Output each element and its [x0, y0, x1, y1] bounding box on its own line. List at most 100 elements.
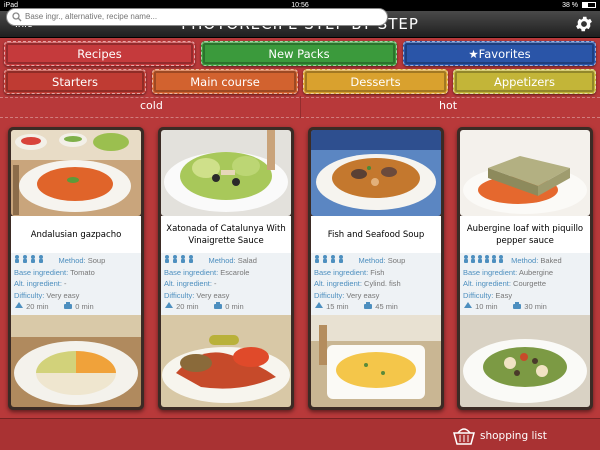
- difficulty-value: Easy: [495, 290, 513, 300]
- recipe-name: Andalusian gazpacho: [11, 216, 141, 253]
- base-ingredient-value: Fish: [370, 267, 385, 277]
- prep-time: 20 min: [26, 302, 49, 312]
- alt-ingredient-value: -: [64, 279, 67, 289]
- prep-time-icon: [463, 302, 473, 311]
- base-ingredient-value: Escarole: [220, 267, 250, 277]
- recipe-details: Method: Salad Base ingredient: Escarole …: [161, 253, 291, 315]
- base-ingredient-label: Base ingredient:: [164, 267, 219, 277]
- tab-favorites[interactable]: ★Favorites: [403, 41, 596, 66]
- shopping-basket-icon: [453, 428, 475, 445]
- alt-ingredient-label: Alt. ingredient:: [164, 279, 212, 289]
- recipe-details: Method: Soup Base ingredient: Fish Alt. …: [311, 253, 441, 315]
- recipe-photo: [161, 130, 291, 216]
- cook-time: 45 min: [375, 302, 398, 312]
- tab-label: Desserts: [350, 75, 401, 89]
- method-value: Soup: [87, 256, 106, 265]
- recipe-details: Method: Soup Base ingredient: Tomato Alt…: [11, 253, 141, 315]
- recipe-card[interactable]: Xatonada of Catalunya With Vinaigrette S…: [158, 127, 294, 410]
- tab-label: New Packs: [268, 47, 330, 61]
- tab-label: Recipes: [77, 47, 122, 61]
- cook-time-icon: [512, 302, 522, 311]
- recipe-name: Xatonada of Catalunya With Vinaigrette S…: [161, 216, 291, 253]
- battery-percent: 38 %: [562, 2, 579, 9]
- tab-label: Starters: [52, 75, 98, 89]
- search-input[interactable]: [25, 12, 387, 21]
- difficulty-value: Very easy: [46, 290, 80, 300]
- battery-icon: [582, 2, 596, 9]
- tab-new-packs[interactable]: New Packs: [201, 41, 397, 66]
- alt-ingredient-value: -: [214, 279, 217, 289]
- section-divider: [300, 96, 301, 118]
- recipe-name: Aubergine loaf with piquillo pepper sauc…: [460, 216, 590, 253]
- cook-time-icon: [213, 302, 223, 311]
- prep-time: 15 min: [326, 302, 349, 312]
- servings-icon: [314, 255, 346, 267]
- recipe-photo: [11, 315, 141, 407]
- tab-desserts[interactable]: Desserts: [303, 69, 448, 94]
- method-label: Method:: [58, 256, 86, 265]
- recipe-photo: [161, 315, 291, 407]
- difficulty-label: Difficulty:: [463, 290, 494, 300]
- servings-icon: [463, 255, 507, 267]
- tab-label: ★Favorites: [468, 47, 531, 61]
- cook-time: 0 min: [75, 302, 94, 312]
- stitch-divider: [0, 117, 600, 118]
- recipe-card[interactable]: Andalusian gazpacho Method: Soup Base in…: [8, 127, 144, 410]
- base-ingredient-label: Base ingredient:: [463, 267, 518, 277]
- method-label: Method:: [208, 256, 236, 265]
- difficulty-value: Very easy: [346, 290, 380, 300]
- recipe-details: Method: Baked Base ingredient: Aubergine…: [460, 253, 590, 315]
- recipe-photo: [311, 315, 441, 407]
- difficulty-label: Difficulty:: [314, 290, 345, 300]
- tab-recipes[interactable]: Recipes: [4, 41, 195, 66]
- base-ingredient-label: Base ingredient:: [14, 267, 69, 277]
- base-ingredient-value: Tomato: [70, 267, 95, 277]
- tab-main-course[interactable]: Main course: [152, 69, 298, 94]
- recipe-photo: [311, 130, 441, 216]
- alt-ingredient-label: Alt. ingredient:: [314, 279, 362, 289]
- prep-time-icon: [164, 302, 174, 311]
- tab-label: Appetizers: [493, 75, 556, 89]
- tab-appetizers[interactable]: Appetizers: [453, 69, 596, 94]
- prep-time-icon: [14, 302, 24, 311]
- method-label: Method:: [511, 256, 539, 265]
- cook-time-icon: [63, 302, 73, 311]
- cook-time-icon: [363, 302, 373, 311]
- recipe-card[interactable]: Aubergine loaf with piquillo pepper sauc…: [457, 127, 593, 410]
- servings-icon: [164, 255, 196, 267]
- servings-icon: [14, 255, 46, 267]
- search-icon: [12, 12, 22, 22]
- difficulty-value: Very easy: [196, 290, 230, 300]
- method-value: Soup: [387, 256, 406, 265]
- method-value: Salad: [237, 256, 257, 265]
- shopping-list-button[interactable]: shopping list: [452, 424, 592, 448]
- difficulty-label: Difficulty:: [164, 290, 195, 300]
- section-hot[interactable]: hot: [439, 99, 457, 112]
- alt-ingredient-label: Alt. ingredient:: [14, 279, 62, 289]
- recipe-name: Fish and Seafood Soup: [311, 216, 441, 253]
- base-ingredient-label: Base ingredient:: [314, 267, 369, 277]
- gear-icon[interactable]: [574, 14, 594, 34]
- battery-indicator: 38 %: [562, 0, 596, 11]
- section-cold[interactable]: cold: [140, 99, 163, 112]
- alt-ingredient-label: Alt. ingredient:: [463, 279, 511, 289]
- recipe-card[interactable]: Fish and Seafood Soup Method: Soup Base …: [308, 127, 444, 410]
- cook-time: 30 min: [524, 302, 547, 312]
- recipe-photo: [460, 315, 590, 407]
- base-ingredient-value: Aubergine: [518, 267, 554, 277]
- alt-ingredient-value: Cylind. fish: [364, 279, 401, 289]
- search-bar[interactable]: [6, 8, 388, 26]
- method-value: Baked: [540, 256, 562, 265]
- tab-label: Main course: [190, 75, 260, 89]
- prep-time-icon: [314, 302, 324, 311]
- recipe-photo: [460, 130, 590, 216]
- alt-ingredient-value: Courgette: [513, 279, 546, 289]
- difficulty-label: Difficulty:: [14, 290, 45, 300]
- prep-time: 20 min: [176, 302, 199, 312]
- tab-starters[interactable]: Starters: [4, 69, 146, 94]
- prep-time: 10 min: [475, 302, 498, 312]
- recipe-photo: [11, 130, 141, 216]
- cook-time: 0 min: [225, 302, 244, 312]
- method-label: Method:: [358, 256, 386, 265]
- shopping-list-label: shopping list: [480, 430, 547, 442]
